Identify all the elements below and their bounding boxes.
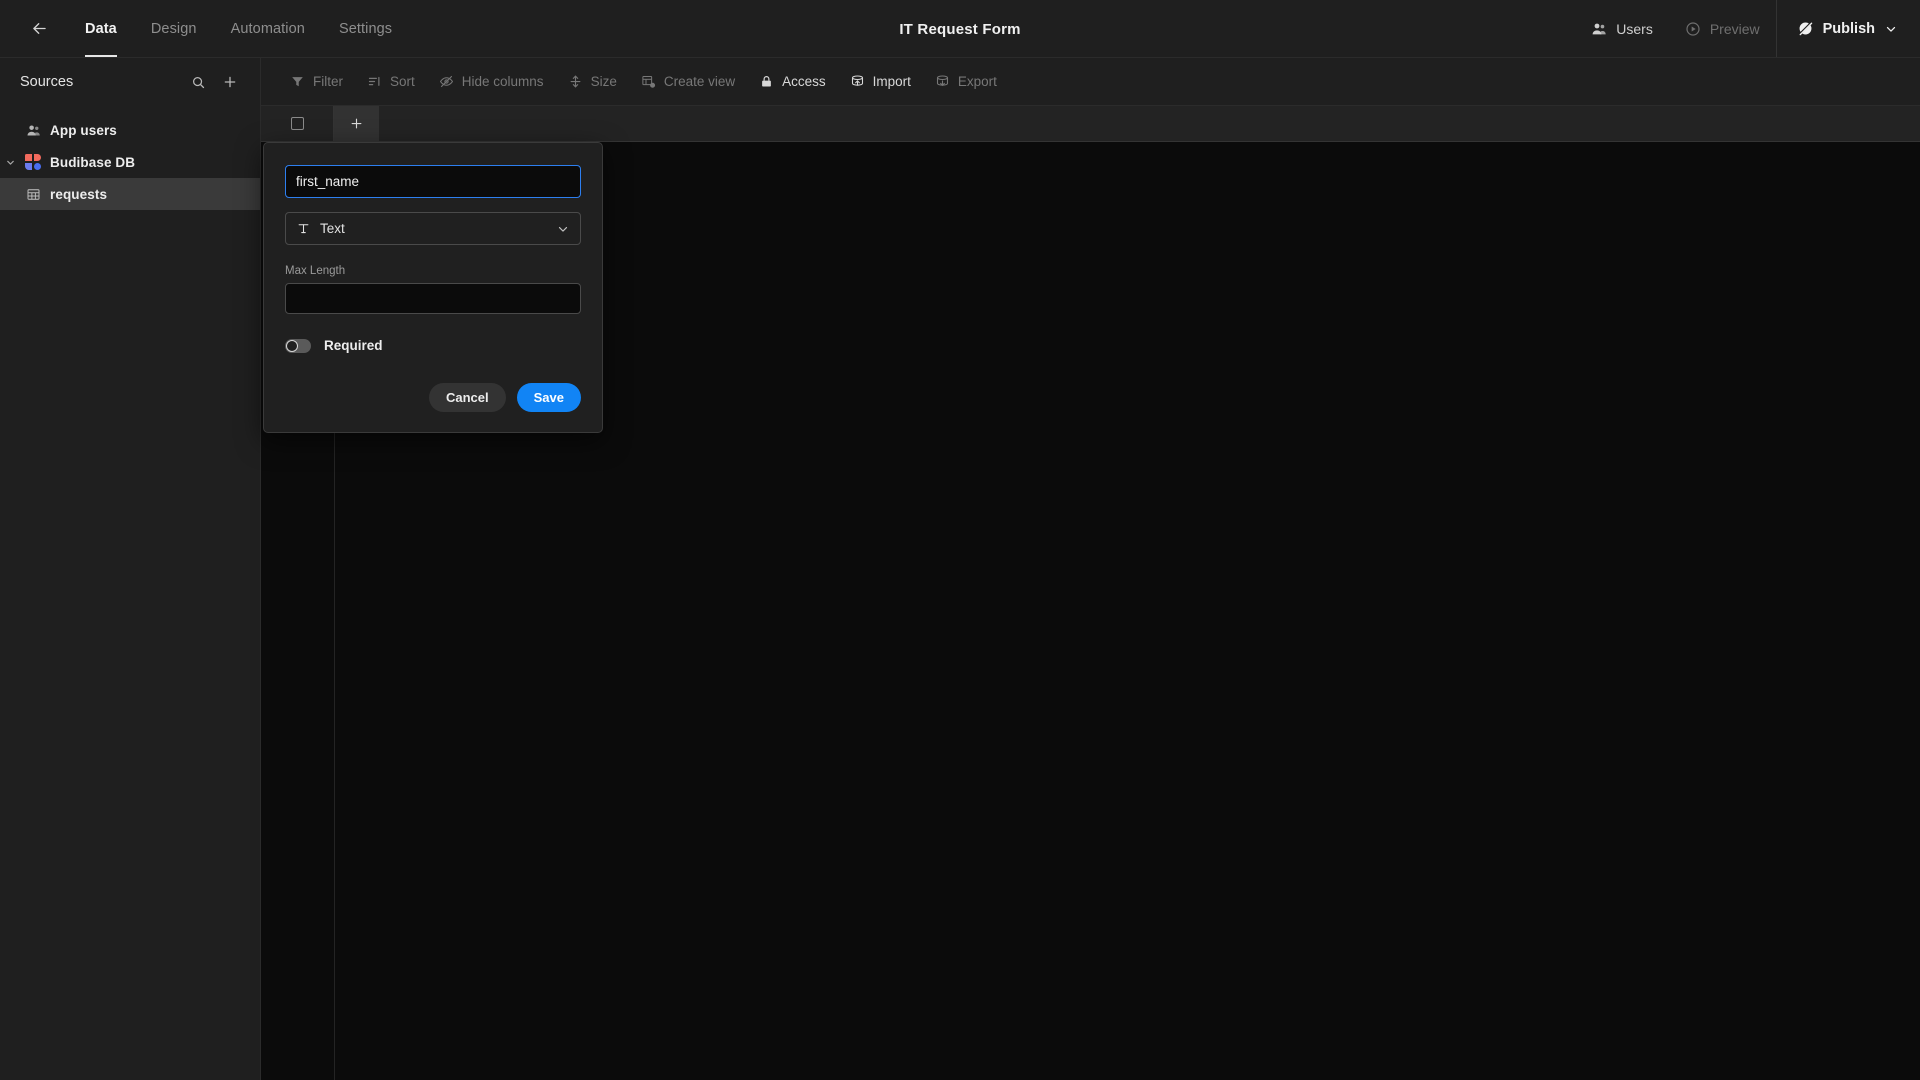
save-button[interactable]: Save (516, 383, 581, 412)
top-header-bar: Data Design Automation Settings IT Reque… (0, 0, 1920, 58)
grid-body: Text Max Length (261, 142, 1920, 1080)
back-button[interactable] (22, 12, 56, 46)
toolbar-filter-label: Filter (313, 74, 343, 89)
new-column-popover: Text Max Length (263, 142, 603, 433)
sidebar-item-requests-label: requests (50, 186, 108, 202)
sidebar-header-actions (184, 68, 244, 96)
required-label: Required (324, 338, 383, 353)
chevron-down-icon (1884, 22, 1898, 36)
toggle-knob-icon (286, 339, 298, 352)
toolbar-size-button[interactable]: Size (557, 67, 628, 97)
table-icon (20, 187, 46, 202)
main-panel: Filter Sort Hide columns Size Create vie… (261, 58, 1920, 1080)
toolbar-sort-label: Sort (390, 74, 415, 89)
sidebar-item-requests[interactable]: requests (0, 178, 260, 210)
preview-label: Preview (1709, 20, 1760, 37)
top-header-left: Data Design Automation Settings (0, 0, 409, 57)
budibase-logo-icon (20, 153, 46, 171)
select-all-checkbox[interactable] (261, 106, 334, 141)
users-label: Users (1616, 20, 1653, 37)
tab-design[interactable]: Design (134, 0, 214, 57)
tab-design-label: Design (150, 20, 197, 37)
add-source-button[interactable] (216, 68, 244, 96)
required-toggle[interactable] (285, 338, 311, 353)
search-icon (191, 75, 206, 90)
data-grid: Text Max Length (261, 106, 1920, 1080)
column-type-select[interactable]: Text (285, 212, 581, 245)
height-icon (568, 74, 583, 89)
publish-button[interactable]: Publish (1775, 0, 1920, 57)
toolbar-access-button[interactable]: Access (748, 67, 837, 97)
app-root: Data Design Automation Settings IT Reque… (0, 0, 1920, 1080)
create-view-icon (641, 74, 656, 89)
main-nav-tabs: Data Design Automation Settings (68, 0, 409, 57)
column-name-input[interactable] (285, 165, 581, 198)
sidebar-item-budibase-db[interactable]: Budibase DB (0, 146, 260, 178)
toolbar-import-button[interactable]: Import (839, 67, 922, 97)
sidebar-header: Sources (0, 58, 260, 106)
globe-strike-icon (1797, 20, 1814, 37)
toolbar-size-label: Size (590, 74, 617, 89)
toolbar-create-view-label: Create view (663, 74, 736, 89)
sidebar-item-app-users-label: App users (50, 122, 117, 138)
toolbar-export-button[interactable]: Export (924, 67, 1008, 97)
grid-header-empty (379, 106, 1920, 141)
plus-icon (222, 74, 238, 90)
toolbar-export-label: Export (957, 74, 997, 89)
sources-sidebar: Sources App users Budibase DB requests (0, 58, 261, 1080)
app-body: Sources App users Budibase DB requests F… (0, 58, 1920, 1080)
cancel-button[interactable]: Cancel (428, 383, 506, 412)
max-length-label: Max Length (285, 265, 346, 277)
required-toggle-row: Required (285, 338, 581, 353)
add-column-button[interactable] (334, 106, 379, 141)
sidebar-title: Sources (20, 74, 74, 90)
search-sources-button[interactable] (184, 68, 212, 96)
import-icon (850, 74, 865, 89)
toolbar-hide-columns-label: Hide columns (461, 74, 544, 89)
grid-toolbar: Filter Sort Hide columns Size Create vie… (261, 58, 1920, 106)
checkbox-unchecked-icon (290, 117, 304, 130)
tab-settings-label: Settings (338, 20, 393, 37)
text-type-icon (296, 221, 311, 236)
arrow-left-icon (30, 19, 49, 38)
sort-icon (367, 74, 382, 89)
sidebar-item-budibase-db-label: Budibase DB (50, 154, 136, 170)
toolbar-sort-button[interactable]: Sort (356, 67, 426, 97)
tab-data[interactable]: Data (68, 0, 134, 57)
eye-off-icon (439, 74, 454, 89)
tab-settings[interactable]: Settings (322, 0, 409, 57)
users-icon (1591, 21, 1607, 37)
tab-data-label: Data (85, 20, 117, 37)
filter-icon (290, 74, 305, 89)
play-circle-icon (1685, 21, 1701, 37)
users-icon (20, 123, 46, 138)
lock-icon (759, 74, 774, 89)
toolbar-access-label: Access (782, 74, 826, 89)
column-type-label: Text (320, 221, 345, 236)
top-header-right: Users Preview Publish (1575, 0, 1920, 57)
tab-automation[interactable]: Automation (214, 0, 322, 57)
sources-list: App users Budibase DB requests (0, 106, 260, 210)
toolbar-hide-columns-button[interactable]: Hide columns (428, 67, 555, 97)
app-title-text: IT Request Form (899, 20, 1021, 38)
toolbar-import-label: Import (872, 74, 911, 89)
users-button[interactable]: Users (1575, 0, 1669, 57)
toolbar-filter-button[interactable]: Filter (279, 67, 354, 97)
sidebar-item-app-users[interactable]: App users (0, 114, 260, 146)
chevron-down-icon (556, 222, 570, 236)
popover-actions: Cancel Save (285, 383, 581, 412)
max-length-input[interactable] (285, 283, 581, 314)
chevron-down-icon[interactable] (0, 157, 20, 168)
grid-header-row (261, 106, 1920, 142)
preview-button[interactable]: Preview (1669, 0, 1776, 57)
toolbar-create-view-button[interactable]: Create view (630, 67, 746, 97)
publish-label: Publish (1822, 20, 1875, 37)
plus-icon (349, 116, 364, 131)
tab-automation-label: Automation (230, 20, 305, 37)
export-icon (935, 74, 950, 89)
